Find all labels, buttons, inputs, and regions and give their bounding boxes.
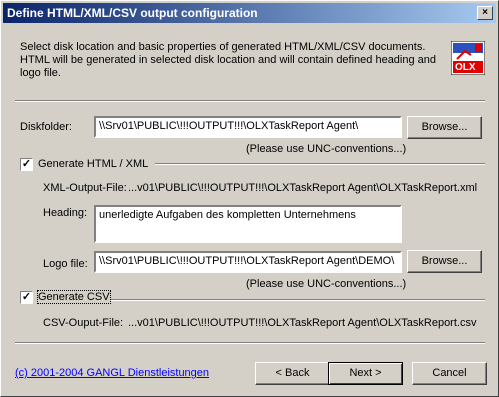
logo-file-input[interactable]: \\Srv01\PUBLIC\!!!OUTPUT!!!\OLXTaskRepor…	[94, 251, 402, 273]
logo-browse-button[interactable]: Browse...	[407, 250, 482, 273]
generate-csv-label: Generate CSV	[37, 290, 111, 304]
csv-output-value: ...v01\PUBLIC\!!!OUTPUT!!!\OLXTaskReport…	[128, 317, 477, 329]
heading-label: Heading:	[43, 207, 88, 219]
heading-textarea[interactable]: unerledigte Aufgaben des kompletten Unte…	[94, 205, 402, 243]
separator-top	[15, 100, 485, 102]
dialog-window: Define HTML/XML/CSV output configuration…	[0, 0, 499, 397]
logo-file-label: Logo file:	[43, 258, 88, 270]
generate-html-label: Generate HTML / XML	[38, 158, 149, 170]
olx-logo-icon: OLX	[450, 40, 486, 76]
diskfolder-input[interactable]: \\Srv01\PUBLIC\!!!OUTPUT!!!\OLXTaskRepor…	[94, 116, 402, 138]
separator-bottom	[15, 342, 485, 344]
window-title: Define HTML/XML/CSV output configuration	[7, 6, 258, 20]
logo-file-hint: (Please use UNC-conventions...)	[246, 278, 407, 290]
description-text: Select disk location and basic propertie…	[20, 41, 437, 79]
diskfolder-label: Diskfolder:	[20, 121, 72, 133]
generate-csv-checkbox[interactable]: ✓	[20, 291, 33, 304]
csv-output-label: CSV-Ouput-File:	[43, 317, 124, 329]
xml-output-label: XML-Output-File:	[43, 182, 127, 194]
logo-text: OLX	[455, 62, 476, 73]
close-button[interactable]: ×	[477, 6, 493, 20]
html-group-separator	[155, 163, 485, 165]
cancel-button[interactable]: Cancel	[412, 362, 487, 385]
csv-group-separator	[111, 299, 485, 301]
generate-html-checkbox[interactable]: ✓	[20, 158, 33, 171]
diskfolder-browse-button[interactable]: Browse...	[407, 116, 482, 139]
check-icon: ✓	[21, 158, 32, 170]
xml-output-value: ...v01\PUBLIC\!!!OUTPUT!!!\OLXTaskReport…	[128, 182, 478, 194]
copyright-link[interactable]: (c) 2001-2004 GANGL Dienstleistungen	[15, 367, 209, 379]
check-icon: ✓	[21, 291, 32, 303]
title-bar[interactable]: Define HTML/XML/CSV output configuration…	[3, 3, 496, 23]
next-button[interactable]: Next >	[328, 362, 403, 385]
back-button[interactable]: < Back	[255, 362, 330, 385]
diskfolder-hint: (Please use UNC-conventions...)	[246, 143, 407, 155]
